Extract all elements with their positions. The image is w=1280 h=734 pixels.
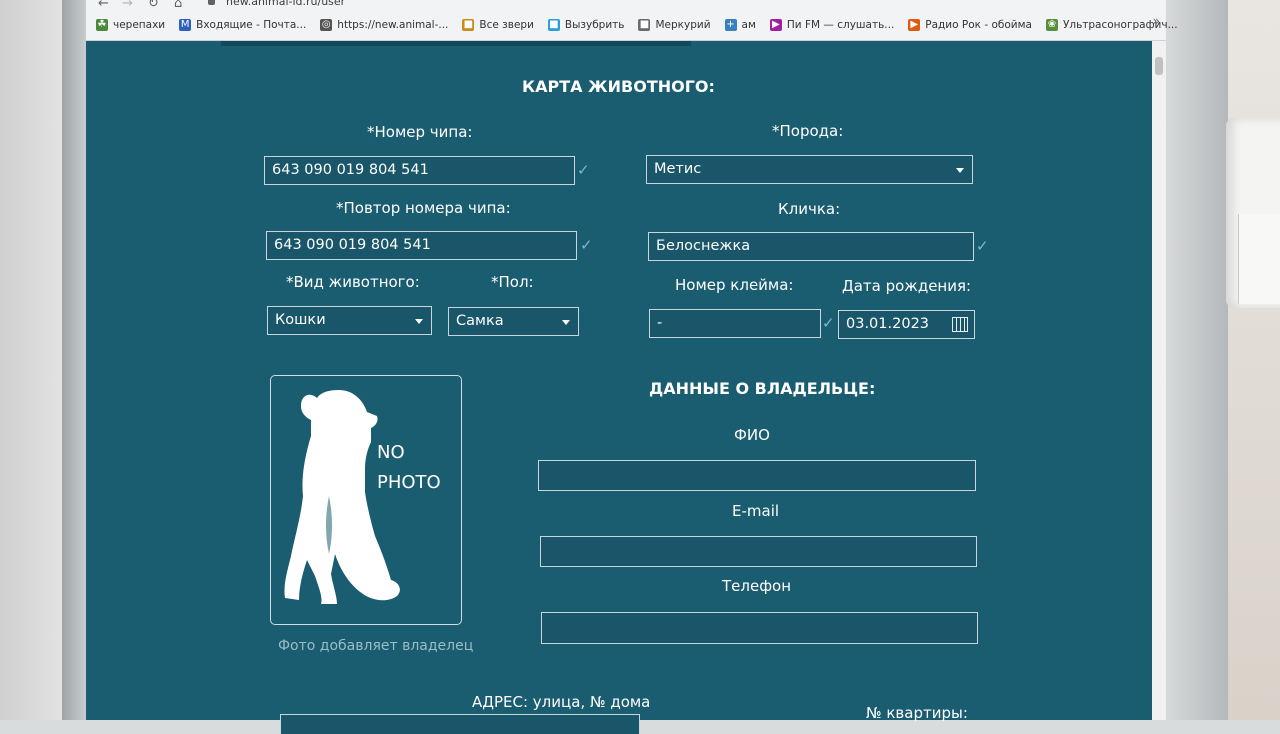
mail-icon: M: [179, 19, 192, 31]
play-icon: ▶: [908, 19, 921, 31]
owner-phone-input[interactable]: [541, 612, 978, 644]
address-bar[interactable]: new.animal-id.ru/user: [226, 0, 345, 8]
lock-icon: [208, 0, 215, 5]
bookmark-label: черепахи: [113, 19, 166, 31]
owner-section-title: ДАННЫЕ О ВЛАДЕЛЬЦЕ:: [649, 379, 876, 398]
monitor-bezel-left: [62, 0, 86, 720]
bookmark-label: https://new.animal-...: [337, 19, 449, 31]
birth-date-value: 03.01.2023: [846, 316, 930, 332]
owner-phone-label: Телефон: [722, 577, 792, 595]
address-street-input[interactable]: [280, 714, 640, 734]
bookmark-item[interactable]: M Входящие - Почта...: [179, 19, 306, 31]
bookmark-item[interactable]: ■ Меркурий: [638, 19, 711, 31]
nickname-valid-check-icon: ✓: [976, 237, 989, 255]
animal-card-title: КАРТА ЖИВОТНОГО:: [522, 77, 715, 96]
photo-caption: Фото добавляет владелец: [278, 638, 474, 654]
chevron-down-icon: [562, 320, 570, 325]
chevron-down-icon: [956, 168, 964, 173]
address-apartment-label: № квартиры:: [866, 704, 968, 722]
no-photo-text-line1: NO: [377, 442, 405, 463]
reload-icon[interactable]: ↻: [148, 0, 159, 11]
background-jar-label: [1238, 214, 1280, 304]
brand-number-label: Номер клейма:: [675, 276, 794, 294]
plus-cross-icon: +: [724, 19, 737, 31]
bookmark-label: Меркурий: [655, 19, 711, 31]
species-select[interactable]: Кошки: [267, 306, 432, 335]
bookmark-item[interactable]: ◎ https://new.animal-...: [320, 19, 448, 31]
chip-repeat-label: *Повтор номера чипа:: [336, 199, 511, 217]
bookmark-item[interactable]: ■ Все звери: [462, 19, 534, 31]
chip-valid-check-icon: ✓: [577, 161, 590, 179]
background-right: [1228, 0, 1280, 720]
monitor-bezel-right: [1166, 0, 1228, 720]
bookmark-label: ам: [741, 19, 756, 31]
turtle-icon: ☘: [96, 19, 108, 31]
bookmarks-bar: ☘ черепахи M Входящие - Почта... ◎ https://ne…: [96, 16, 1178, 34]
birth-date-input[interactable]: 03.01.2023: [838, 310, 975, 339]
background-wall: [0, 0, 62, 720]
browser-nav-row: ← → ↻ ⌂ new.animal-id.ru/user: [86, 0, 1166, 12]
radio-icon: ▶: [769, 19, 782, 31]
leaf-icon: ❀: [1045, 19, 1058, 31]
scrollbar-thumb[interactable]: [1155, 57, 1163, 75]
address-street-label: АДРЕС: улица, № дома: [472, 693, 651, 711]
bookmark-label: Входящие - Почта...: [196, 19, 307, 31]
back-arrow-icon[interactable]: ←: [98, 0, 109, 11]
bookmark-item[interactable]: ☘ черепахи: [96, 19, 165, 31]
forward-arrow-icon[interactable]: →: [122, 0, 133, 11]
nickname-input[interactable]: Белоснежка: [648, 232, 974, 261]
chevron-down-icon: [415, 319, 423, 324]
bookmark-label: Пи FM — слушать...: [786, 19, 895, 31]
browser-chrome: ← → ↻ ⌂ new.animal-id.ru/user ☘ черепахи M…: [86, 0, 1178, 41]
header-strip: [221, 41, 691, 46]
chip-repeat-input[interactable]: 643 090 019 804 541: [266, 231, 577, 260]
sex-label: *Пол:: [491, 273, 534, 291]
brand-number-input[interactable]: -: [649, 309, 821, 338]
species-label: *Вид животного:: [286, 273, 420, 291]
owner-name-label: ФИО: [734, 426, 770, 444]
bookmark-icon: ■: [462, 19, 475, 31]
bookmark-item[interactable]: + ам: [724, 19, 756, 31]
bookmark-icon: ■: [547, 19, 560, 31]
bookmark-label: Ультрасонографич...: [1062, 19, 1178, 31]
bookmark-item[interactable]: ■ Вызубрить: [547, 19, 625, 31]
calendar-icon[interactable]: [952, 317, 968, 332]
globe-icon: ◎: [320, 19, 333, 31]
chip-repeat-valid-check-icon: ✓: [580, 236, 593, 254]
breed-label: *Порода:: [772, 122, 844, 140]
no-photo-text-line2: PHOTO: [377, 472, 441, 493]
bookmark-label: Все звери: [479, 19, 534, 31]
bookmark-label: Вызубрить: [564, 19, 625, 31]
bookmark-label: Радио Рок - обойма: [925, 19, 1032, 31]
chip-number-input[interactable]: 643 090 019 804 541: [264, 156, 575, 185]
animal-card-page: КАРТА ЖИВОТНОГО: *Номер чипа: 643 090 01…: [86, 41, 1166, 734]
sex-select[interactable]: Самка: [448, 307, 579, 336]
owner-email-input[interactable]: [540, 536, 977, 567]
owner-name-input[interactable]: [538, 460, 976, 491]
more-bookmarks-icon[interactable]: »: [1153, 14, 1160, 28]
home-icon[interactable]: ⌂: [174, 0, 182, 11]
brand-valid-check-icon: ✓: [822, 314, 835, 332]
bookmark-item[interactable]: ▶ Радио Рок - обойма: [908, 19, 1032, 31]
species-select-value: Кошки: [275, 312, 326, 328]
sex-select-value: Самка: [456, 313, 504, 329]
dog-cat-silhouette-icon: [284, 390, 400, 604]
chip-label: *Номер чипа:: [367, 123, 473, 141]
breed-select-value: Метис: [654, 161, 702, 177]
birth-date-label: Дата рождения:: [842, 277, 972, 295]
vertical-scrollbar[interactable]: [1152, 41, 1166, 720]
nickname-label: Кличка:: [778, 200, 841, 218]
breed-select[interactable]: Метис: [646, 155, 973, 184]
bookmark-item[interactable]: ▶ Пи FM — слушать...: [769, 19, 895, 31]
bookmark-icon: ■: [638, 19, 651, 31]
photo-placeholder[interactable]: NO PHOTO: [270, 375, 462, 625]
owner-email-label: E-mail: [732, 502, 780, 520]
